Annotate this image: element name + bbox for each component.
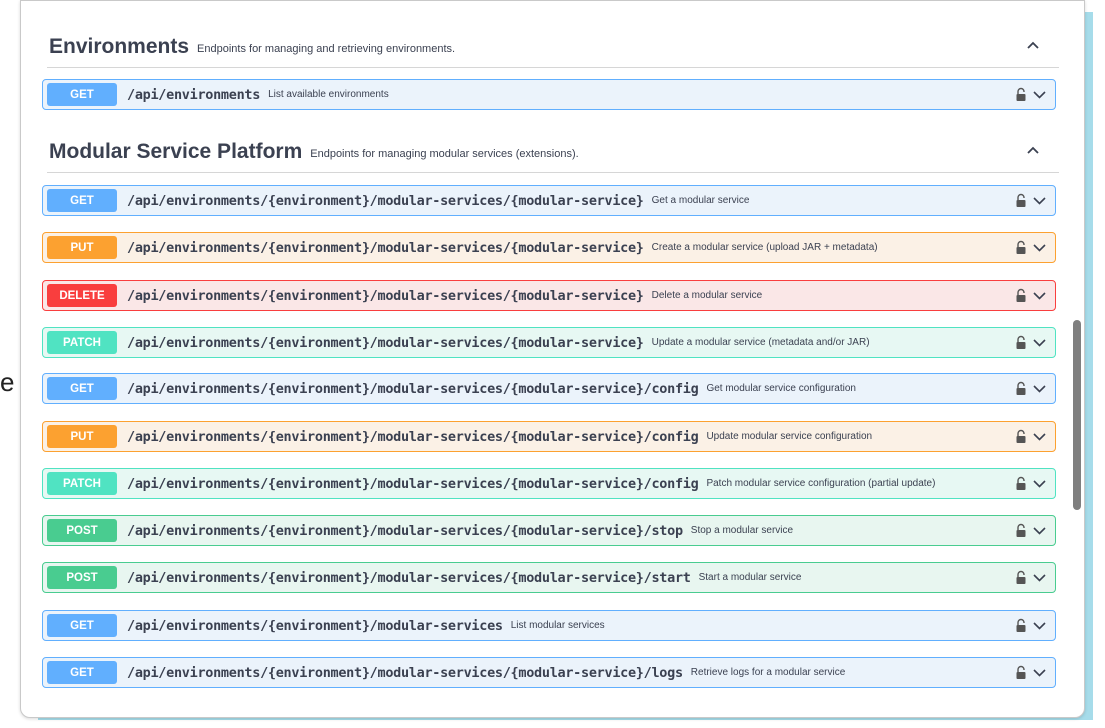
method-badge: DELETE bbox=[47, 284, 117, 307]
chevron-down-icon[interactable] bbox=[1032, 666, 1047, 679]
endpoint-summary: Retrieve logs for a modular service bbox=[690, 667, 846, 678]
endpoint-summary: Patch modular service configuration (par… bbox=[706, 478, 936, 489]
endpoint-summary: Delete a modular service bbox=[651, 290, 763, 301]
endpoint-path: /api/environments/{environment}/modular-… bbox=[127, 239, 644, 256]
chevron-down-icon[interactable] bbox=[1032, 289, 1047, 302]
endpoint-summary: Create a modular service (upload JAR + m… bbox=[651, 242, 878, 253]
endpoint-summary: Get modular service configuration bbox=[706, 383, 856, 394]
lock-icon[interactable] bbox=[1015, 288, 1027, 303]
endpoint-summary: Get a modular service bbox=[651, 195, 750, 206]
page: e Environments Endpoints for managing an… bbox=[0, 0, 1105, 728]
tag-header-environments[interactable]: Environments Endpoints for managing and … bbox=[47, 27, 1059, 68]
chevron-down-icon[interactable] bbox=[1032, 194, 1047, 207]
chevron-down-icon[interactable] bbox=[1032, 88, 1047, 101]
chevron-down-icon[interactable] bbox=[1032, 382, 1047, 395]
operation-row-patch[interactable]: PATCH/api/environments/{environment}/mod… bbox=[42, 468, 1056, 499]
scrollbar-thumb[interactable] bbox=[1073, 320, 1081, 510]
lock-icon[interactable] bbox=[1015, 429, 1027, 444]
method-badge: PUT bbox=[47, 425, 117, 448]
chevron-down-icon[interactable] bbox=[1032, 336, 1047, 349]
lock-icon[interactable] bbox=[1015, 87, 1027, 102]
endpoint-path: /api/environments/{environment}/modular-… bbox=[127, 380, 699, 397]
swagger-panel: Environments Endpoints for managing and … bbox=[20, 0, 1085, 718]
method-badge: PUT bbox=[47, 236, 117, 259]
lock-icon[interactable] bbox=[1015, 335, 1027, 350]
tag-header-modular-service-platform[interactable]: Modular Service Platform Endpoints for m… bbox=[47, 132, 1059, 173]
chevron-up-icon[interactable] bbox=[1025, 142, 1041, 158]
chevron-down-icon[interactable] bbox=[1032, 430, 1047, 443]
operation-row-get[interactable]: GET/api/environments List available envir… bbox=[42, 79, 1056, 110]
lock-icon[interactable] bbox=[1015, 193, 1027, 208]
lock-icon[interactable] bbox=[1015, 665, 1027, 680]
endpoint-path: /api/environments/{environment}/modular-… bbox=[127, 617, 503, 634]
endpoint-path: /api/environments/{environment}/modular-… bbox=[127, 522, 683, 539]
operation-row-post[interactable]: POST/api/environments/{environment}/modu… bbox=[42, 562, 1056, 593]
operation-row-get[interactable]: GET/api/environments/{environment}/modul… bbox=[42, 610, 1056, 641]
lock-icon[interactable] bbox=[1015, 523, 1027, 538]
lock-icon[interactable] bbox=[1015, 240, 1027, 255]
endpoint-summary: Update a modular service (metadata and/o… bbox=[651, 337, 870, 348]
operation-row-get[interactable]: GET/api/environments/{environment}/modul… bbox=[42, 373, 1056, 404]
endpoint-path: /api/environments/{environment}/modular-… bbox=[127, 475, 699, 492]
lock-icon[interactable] bbox=[1015, 381, 1027, 396]
lock-icon[interactable] bbox=[1015, 570, 1027, 585]
endpoint-path: /api/environments/{environment}/modular-… bbox=[127, 428, 699, 445]
endpoint-summary: Stop a modular service bbox=[690, 525, 794, 536]
operation-row-patch[interactable]: PATCH/api/environments/{environment}/mod… bbox=[42, 327, 1056, 358]
operation-row-delete[interactable]: DELETE/api/environments/{environment}/mo… bbox=[42, 280, 1056, 311]
chevron-down-icon[interactable] bbox=[1032, 477, 1047, 490]
chevron-down-icon[interactable] bbox=[1032, 241, 1047, 254]
endpoint-path: /api/environments/{environment}/modular-… bbox=[127, 334, 644, 351]
operation-row-get[interactable]: GET/api/environments/{environment}/modul… bbox=[42, 657, 1056, 688]
chevron-down-icon[interactable] bbox=[1032, 619, 1047, 632]
tag-description: Endpoints for managing and retrieving en… bbox=[197, 43, 456, 55]
method-badge: GET bbox=[47, 377, 117, 400]
operation-row-put[interactable]: PUT/api/environments/{environment}/modul… bbox=[42, 232, 1056, 263]
operation-row-post[interactable]: POST/api/environments/{environment}/modu… bbox=[42, 515, 1056, 546]
method-badge: PATCH bbox=[47, 472, 117, 495]
lock-icon[interactable] bbox=[1015, 476, 1027, 491]
endpoint-path: /api/environments/{environment}/modular-… bbox=[127, 192, 644, 209]
tag-description: Endpoints for managing modular services … bbox=[310, 148, 579, 160]
operation-row-put[interactable]: PUT/api/environments/{environment}/modul… bbox=[42, 421, 1056, 452]
method-badge: GET bbox=[47, 661, 117, 684]
method-badge: GET bbox=[47, 614, 117, 637]
chevron-down-icon[interactable] bbox=[1032, 524, 1047, 537]
endpoint-summary: Update modular service configuration bbox=[706, 431, 873, 442]
method-badge: PATCH bbox=[47, 331, 117, 354]
endpoint-path: /api/environments/{environment}/modular-… bbox=[127, 569, 691, 586]
chevron-up-icon[interactable] bbox=[1025, 37, 1041, 53]
chevron-down-icon[interactable] bbox=[1032, 571, 1047, 584]
lock-icon[interactable] bbox=[1015, 618, 1027, 633]
endpoint-summary: List available environments bbox=[268, 89, 389, 100]
method-badge: POST bbox=[47, 519, 117, 542]
endpoint-summary: Start a modular service bbox=[698, 572, 802, 583]
tag-title: Environments bbox=[49, 35, 190, 58]
endpoint-path: /api/environments bbox=[127, 86, 261, 103]
method-badge: POST bbox=[47, 566, 117, 589]
endpoint-summary: List modular services bbox=[510, 620, 605, 631]
method-badge: GET bbox=[47, 83, 117, 106]
endpoint-path: /api/environments/{environment}/modular-… bbox=[127, 664, 683, 681]
tag-title: Modular Service Platform bbox=[49, 140, 303, 163]
left-edge-text-fragment: e bbox=[0, 367, 15, 397]
endpoint-path: /api/environments/{environment}/modular-… bbox=[127, 287, 644, 304]
method-badge: GET bbox=[47, 189, 117, 212]
operation-row-get[interactable]: GET/api/environments/{environment}/modul… bbox=[42, 185, 1056, 216]
